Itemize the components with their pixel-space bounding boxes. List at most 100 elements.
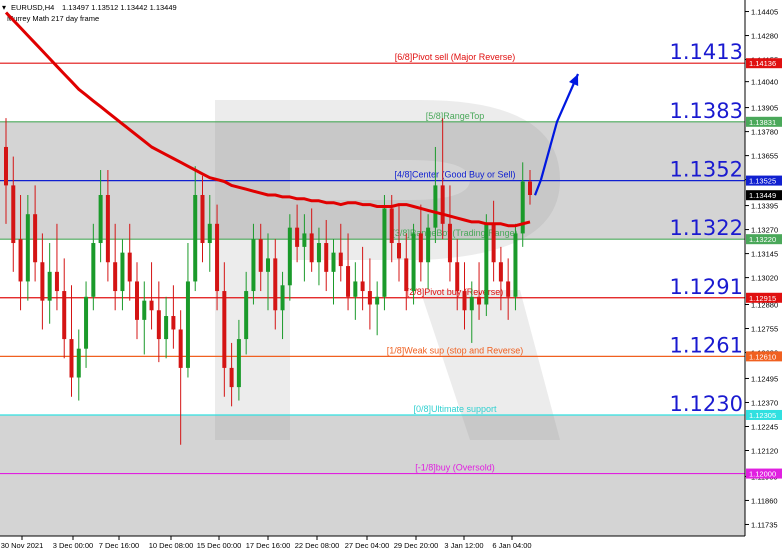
y-tick-label: 1.13395 — [751, 202, 778, 211]
range-band-lower — [0, 414, 745, 536]
candle-body — [287, 227, 292, 286]
candle-body — [324, 243, 329, 272]
x-tick-label: 22 Dec 08:00 — [295, 541, 340, 550]
price-tag-text-p68: 1.14136 — [749, 59, 776, 68]
candle-body — [91, 243, 96, 297]
candle-body — [33, 214, 38, 263]
x-tick-label: 15 Dec 00:00 — [197, 541, 242, 550]
y-tick-label: 1.14280 — [751, 32, 778, 41]
candle-body — [266, 258, 270, 272]
big-label-p08: 1.1230 — [670, 392, 743, 416]
x-tick-label: 29 Dec 20:00 — [394, 541, 439, 550]
candle-body — [295, 227, 300, 247]
candle-body — [215, 223, 220, 292]
candle-body — [404, 258, 409, 292]
candle-body — [200, 194, 205, 244]
candle-body — [346, 266, 351, 297]
candle-body — [135, 281, 139, 320]
candle-body — [54, 271, 59, 292]
header-ohlc: 1.13497 1.13512 1.13442 1.13449 — [62, 3, 177, 12]
candle-body — [62, 291, 67, 340]
header-indicator: Murrey Math 217 day frame — [7, 14, 99, 23]
candle-body — [433, 185, 438, 228]
y-tick-label: 1.14040 — [751, 78, 778, 87]
candle-body — [25, 214, 30, 282]
price-tag-text-p18: 1.12610 — [749, 352, 776, 361]
candle-body — [367, 291, 372, 305]
y-tick-label: 1.12495 — [751, 374, 778, 383]
level-label-p68: [6/8]Pivot sell (Major Reverse) — [395, 52, 516, 62]
candle-body — [156, 310, 161, 340]
price-tag-text-p48: 1.13525 — [749, 177, 776, 186]
candle-body — [164, 316, 169, 340]
y-tick-label: 1.11860 — [751, 496, 778, 505]
candle-body — [280, 285, 285, 311]
candle-body — [397, 243, 401, 259]
price-tag-text-p38: 1.13220 — [749, 235, 776, 244]
y-tick-label: 1.13020 — [751, 274, 778, 283]
candle-body — [447, 223, 452, 263]
candle-body — [4, 146, 8, 186]
candle-body — [40, 262, 45, 301]
level-label-p28: [2/8]Pivot buy (Reverse) — [407, 287, 504, 297]
candle-body — [440, 185, 445, 224]
price-tag-text-p28: 1.12915 — [749, 294, 776, 303]
x-tick-label: 30 Nov 2021 — [1, 541, 44, 550]
candle-body — [120, 252, 125, 292]
candle-body — [178, 329, 183, 368]
symbol-dropdown-icon[interactable]: ▾ — [2, 3, 6, 12]
x-tick-label: 7 Dec 16:00 — [99, 541, 139, 550]
candle-body — [316, 243, 321, 263]
y-tick-label: 1.14405 — [751, 8, 778, 17]
y-tick-label: 1.13655 — [751, 152, 778, 161]
candle-body — [149, 300, 154, 311]
header-symbol: EURUSD,H4 — [11, 3, 54, 12]
x-tick-label: 27 Dec 04:00 — [345, 541, 390, 550]
candle-body — [11, 185, 16, 244]
price-chart[interactable]: ▾ EURUSD,H4 1.13497 1.13512 1.13442 1.13… — [0, 0, 782, 553]
candle-body — [84, 296, 89, 349]
candle-body — [229, 367, 234, 388]
candle-body — [302, 233, 307, 247]
y-tick-label: 1.13905 — [751, 104, 778, 113]
level-label-m18: [-1/8]buy (Oversold) — [415, 463, 495, 473]
candle-body — [258, 239, 263, 272]
candle-body — [47, 271, 52, 301]
candle-body — [309, 233, 314, 263]
y-tick-label: 1.12370 — [751, 398, 778, 407]
candle-body — [251, 239, 256, 292]
current-price-text: 1.13449 — [749, 191, 776, 200]
candle-body — [142, 300, 147, 320]
y-tick-label: 1.12120 — [751, 447, 778, 456]
level-label-p48: [4/8]Center (Good Buy or Sell) — [394, 170, 515, 180]
candle-body — [426, 227, 431, 263]
x-tick-label: 3 Dec 00:00 — [53, 541, 93, 550]
y-tick-label: 1.12245 — [751, 422, 778, 431]
big-label-p68: 1.1413 — [670, 40, 743, 64]
x-tick-label: 17 Dec 16:00 — [246, 541, 291, 550]
candle-body — [171, 316, 176, 330]
price-tag-text-p58: 1.13831 — [749, 118, 776, 127]
candle-body — [411, 233, 416, 292]
candle-body — [18, 239, 23, 282]
candle-body — [273, 258, 278, 311]
candle-body — [360, 281, 365, 292]
y-tick-label: 1.13780 — [751, 128, 778, 137]
candle-body — [418, 233, 423, 263]
candle-body — [338, 252, 343, 267]
candle-body — [477, 296, 482, 305]
candle-body — [484, 223, 489, 305]
price-tag-text-p08: 1.12305 — [749, 411, 776, 420]
big-label-p18: 1.1261 — [670, 333, 743, 357]
candle-body — [375, 296, 380, 305]
big-label-p48: 1.1352 — [670, 158, 743, 182]
big-label-p58: 1.1383 — [670, 99, 743, 123]
y-tick-label: 1.13270 — [751, 226, 778, 235]
candle-body — [236, 339, 241, 388]
x-tick-label: 10 Dec 08:00 — [149, 541, 194, 550]
candle-body — [462, 291, 467, 311]
candle-body — [513, 233, 518, 297]
y-tick-label: 1.12755 — [751, 325, 778, 334]
candle-body — [127, 252, 132, 282]
level-label-p58: [5/8]RangeTop — [426, 111, 485, 121]
